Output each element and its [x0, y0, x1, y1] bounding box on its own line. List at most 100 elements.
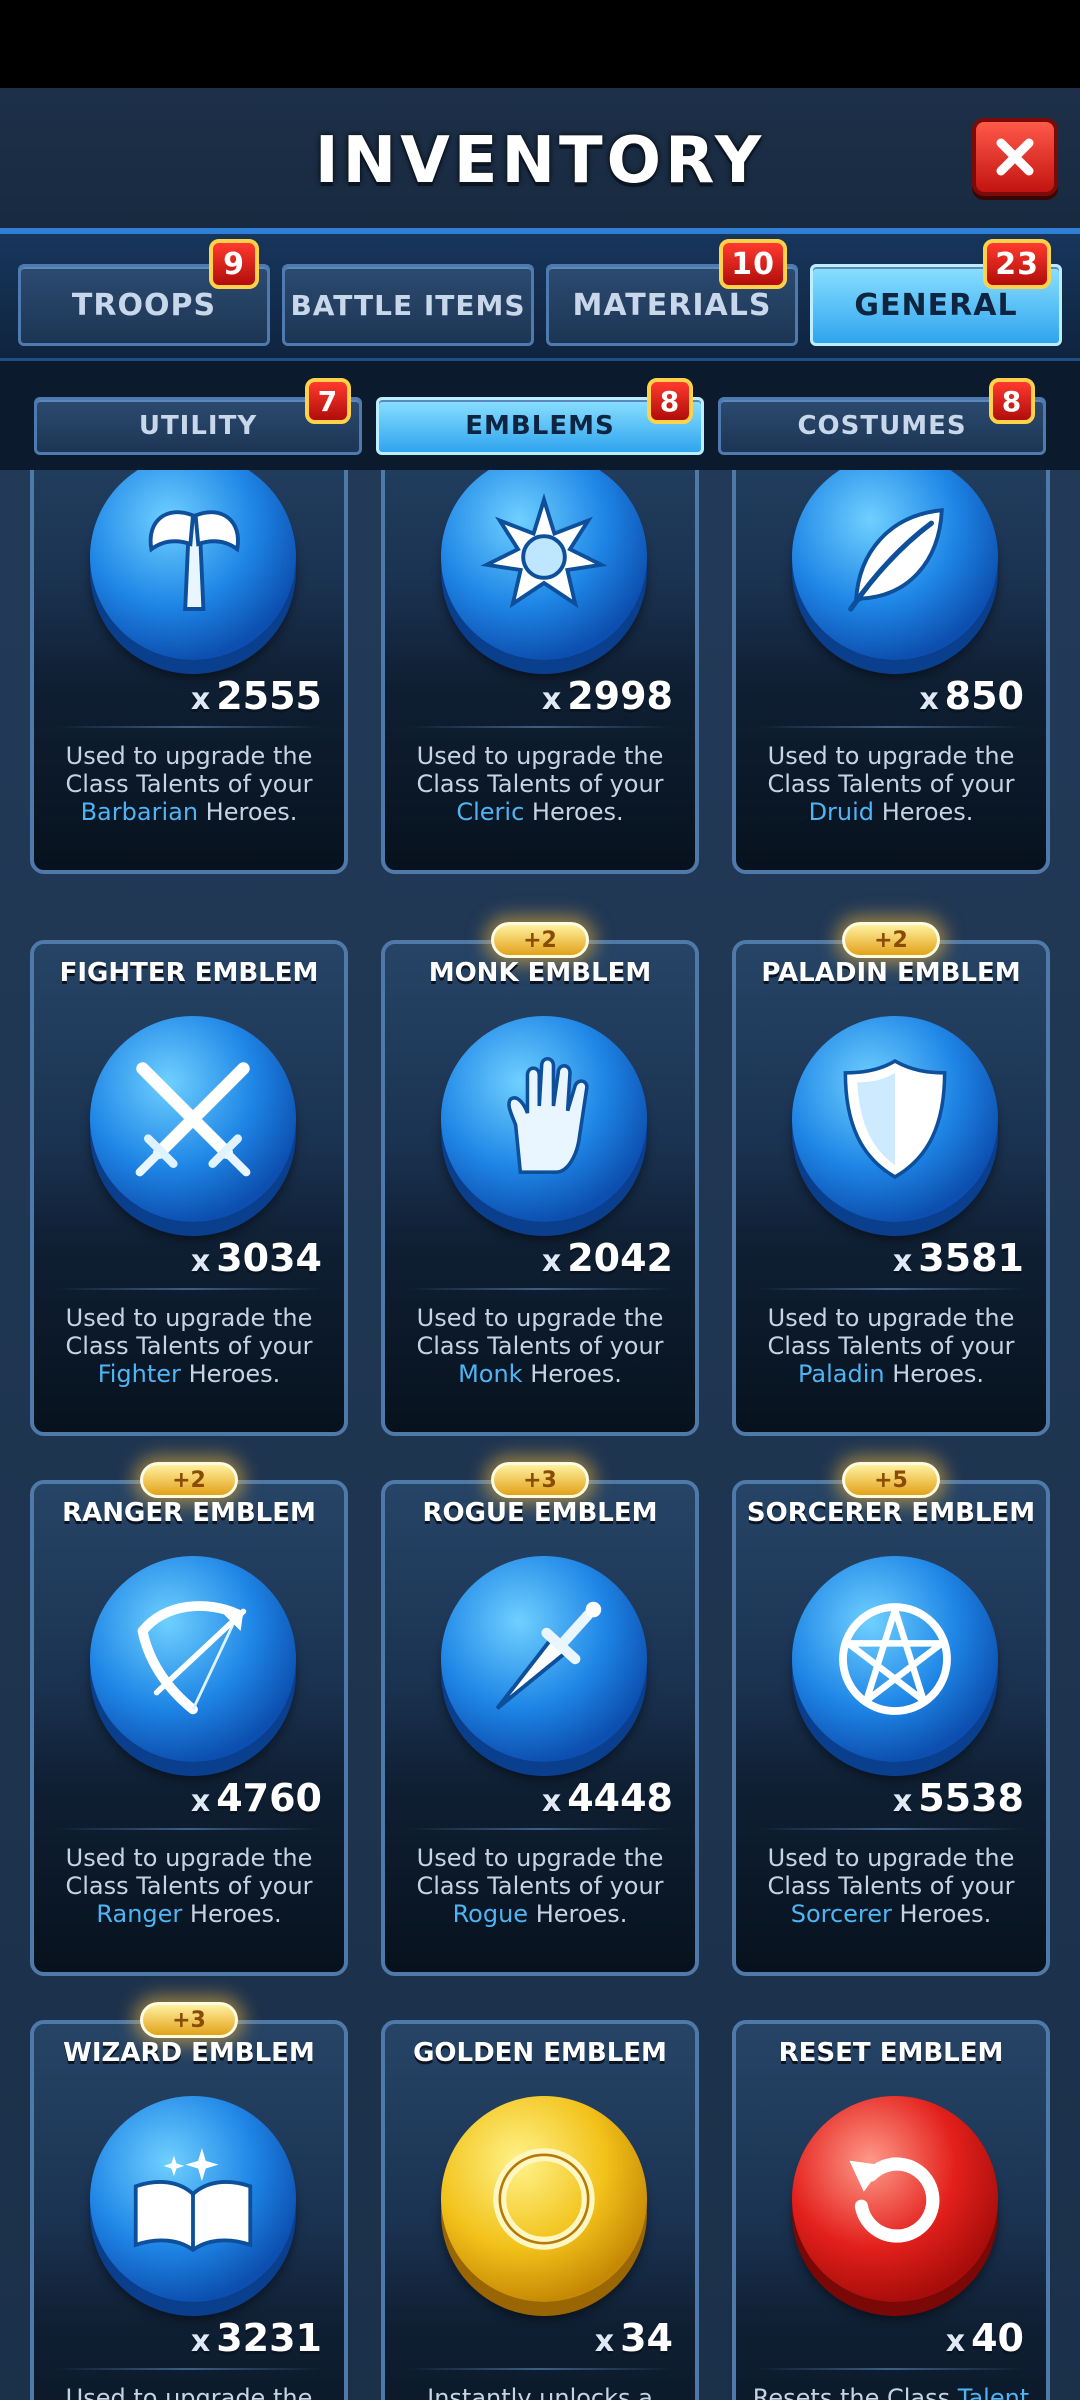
hand-icon [507, 1056, 589, 1174]
tab-label: GENERAL [854, 287, 1018, 323]
emblem-description: Used to upgrade the Class Talents of you… [65, 742, 313, 826]
status-bar [0, 0, 1080, 88]
emblem-card-ranger[interactable]: +2 RANGER EMBLEM x 4760 Used to upgrade t… [30, 1462, 348, 1976]
tab-label: COSTUMES [797, 411, 967, 441]
main-tab-bar: TROOPS 9 BATTLE ITEMS MATERIALS 10 GENER… [0, 228, 1080, 358]
emblem-count: x 34 [594, 2316, 673, 2360]
bow-icon [137, 1601, 247, 1715]
divider [54, 2368, 324, 2370]
gold-ring-icon [493, 2148, 595, 2250]
header: INVENTORY [0, 88, 1080, 228]
paladin-emblem-coin [792, 1016, 998, 1222]
emblem-description: Used to upgrade the Class Talents of you… [65, 1844, 313, 1928]
sun-icon [480, 493, 608, 609]
emblem-description: Resets the Class Talent [752, 2384, 1030, 2400]
emblem-name: RESET EMBLEM [778, 2038, 1004, 2068]
tab-label: BATTLE ITEMS [290, 288, 526, 322]
emblem-count: x 2042 [541, 1236, 673, 1280]
emblem-count: x 3231 [190, 2316, 322, 2360]
emblem-card-cleric[interactable]: x 2998 Used to upgrade the Class Talents … [381, 470, 699, 874]
bonus-badge: +2 [491, 922, 589, 958]
emblem-description: Used to upgrade the Class Talents of you… [767, 1304, 1015, 1388]
divider [405, 1288, 675, 1290]
emblem-description: Used to upgrade the Class Talents of you… [767, 742, 1015, 826]
emblem-description: Used to upgrade the Class Talents of you… [65, 1304, 313, 1388]
pentagram-icon [839, 1603, 951, 1715]
emblem-name: RANGER EMBLEM [62, 1498, 316, 1528]
emblem-card-wizard[interactable]: +3 WIZARD EMBLEM x 3231 Used to upgrade t… [30, 2002, 348, 2400]
emblem-name: ROGUE EMBLEM [422, 1498, 658, 1528]
wizard-emblem-coin [90, 2096, 296, 2302]
emblem-card-monk[interactable]: +2 MONK EMBLEM x 2042 Used to upgrade the… [381, 922, 699, 1436]
page-title: INVENTORY [314, 124, 766, 198]
emblem-description: Instantly unlocks a [427, 2384, 653, 2400]
divider [756, 1288, 1026, 1290]
emblem-count: x 850 [919, 674, 1024, 718]
bonus-badge: +3 [140, 2002, 238, 2038]
emblem-name: SORCERER EMBLEM [746, 1498, 1036, 1528]
count-badge: 23 [983, 239, 1051, 289]
druid-emblem-coin [792, 470, 998, 660]
emblem-name: FIGHTER EMBLEM [59, 958, 319, 988]
tab-troops[interactable]: TROOPS 9 [18, 239, 270, 346]
bonus-badge: +3 [491, 1462, 589, 1498]
emblem-card-golden[interactable]: GOLDEN EMBLEM x 34 Instantly unlocks a [381, 2020, 699, 2400]
reset-arrow-icon [849, 2157, 940, 2243]
tab-label: UTILITY [138, 411, 258, 441]
emblem-count: x 2998 [541, 674, 673, 718]
shield-icon [843, 1059, 947, 1179]
emblem-count: x 40 [945, 2316, 1024, 2360]
tab-label: MATERIALS [572, 287, 772, 323]
tab-costumes[interactable]: COSTUMES 8 [718, 378, 1046, 455]
emblem-card-fighter[interactable]: FIGHTER EMBLEM x 3034 Used to upgrade the… [30, 940, 348, 1436]
count-badge: 10 [719, 239, 787, 289]
tab-utility[interactable]: UTILITY 7 [34, 378, 362, 455]
emblem-card-sorcerer[interactable]: +5 SORCERER EMBLEM x 5538 Used to upgrade… [732, 1462, 1050, 1976]
emblem-name: WIZARD EMBLEM [63, 2038, 315, 2068]
divider [54, 1828, 324, 1830]
divider [405, 2368, 675, 2370]
divider [54, 1288, 324, 1290]
tab-label: EMBLEMS [465, 411, 615, 441]
leaf-icon [848, 508, 944, 612]
emblem-count: x 4448 [541, 1776, 673, 1820]
divider [405, 726, 675, 728]
emblem-grid: x 2555 Used to upgrade the Class Talents … [0, 470, 1080, 2400]
tab-label: TROOPS [71, 287, 217, 323]
tab-battle-items[interactable]: BATTLE ITEMS [282, 264, 534, 346]
divider [405, 1828, 675, 1830]
count-badge: 9 [209, 239, 259, 289]
divider [756, 726, 1026, 728]
emblem-count: x 3581 [892, 1236, 1024, 1280]
close-button[interactable] [972, 118, 1058, 196]
tab-general[interactable]: GENERAL 23 [810, 239, 1062, 346]
crossed-swords-icon [135, 1062, 251, 1177]
tab-materials[interactable]: MATERIALS 10 [546, 239, 798, 346]
emblem-card-barbarian[interactable]: x 2555 Used to upgrade the Class Talents … [30, 470, 348, 874]
emblem-description: Used to upgrade the Class Talents of you… [767, 1844, 1015, 1928]
rogue-emblem-coin [441, 1556, 647, 1762]
tab-emblems[interactable]: EMBLEMS 8 [376, 378, 704, 455]
reset-emblem-coin [792, 2096, 998, 2302]
emblem-description: Used to upgrade the Class Talents of you… [416, 1304, 664, 1388]
emblem-count: x 4760 [190, 1776, 322, 1820]
emblem-name: PALADIN EMBLEM [761, 958, 1021, 988]
emblem-description: Used to upgrade the Class Talents of you… [416, 1844, 664, 1928]
divider [756, 1828, 1026, 1830]
emblem-card-druid[interactable]: x 850 Used to upgrade the Class Talents o… [732, 470, 1050, 874]
divider [756, 2368, 1026, 2370]
emblem-card-reset[interactable]: RESET EMBLEM x 40 Resets the Class Talent [732, 2020, 1050, 2400]
emblem-description: Used to upgrade the Class Talents of you… [416, 742, 664, 826]
ranger-emblem-coin [90, 1556, 296, 1762]
emblem-card-rogue[interactable]: +3 ROGUE EMBLEM x 4448 Used to upgrade th… [381, 1462, 699, 1976]
count-badge: 8 [647, 378, 693, 424]
count-badge: 8 [989, 378, 1035, 424]
fighter-emblem-coin [90, 1016, 296, 1222]
sorcerer-emblem-coin [792, 1556, 998, 1762]
dagger-icon [495, 1601, 602, 1710]
cleric-emblem-coin [441, 470, 647, 660]
emblem-card-paladin[interactable]: +2 PALADIN EMBLEM x 3581 Used to upgrade … [732, 922, 1050, 1436]
count-badge: 7 [305, 378, 351, 424]
emblem-count: x 5538 [892, 1776, 1024, 1820]
emblem-count: x 3034 [190, 1236, 322, 1280]
